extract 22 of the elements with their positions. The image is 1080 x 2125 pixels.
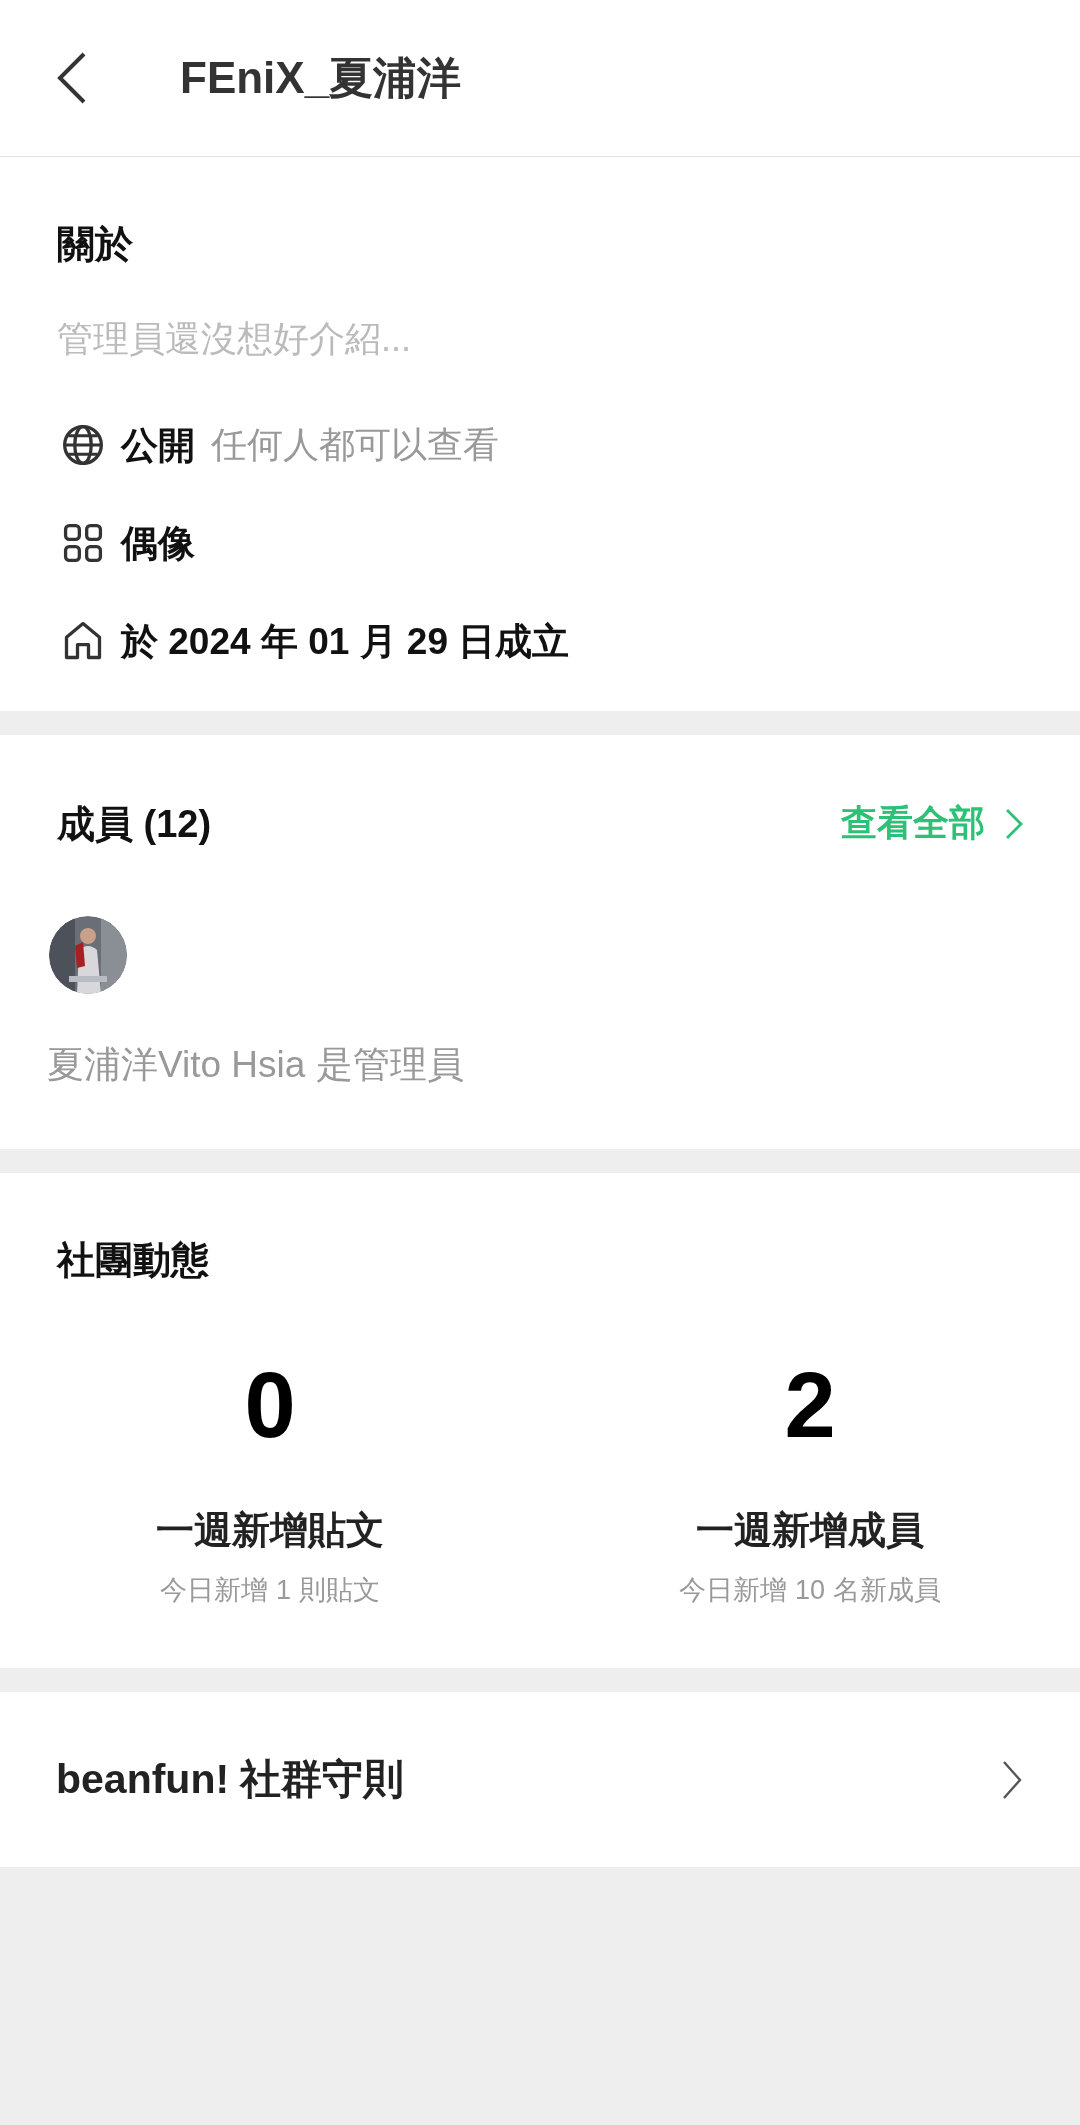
stat-label: 一週新增成員 — [696, 1511, 924, 1549]
globe-icon — [61, 423, 105, 467]
stat-label: 一週新增貼文 — [156, 1511, 384, 1549]
stat-value: 0 — [244, 1359, 296, 1451]
stat-value: 2 — [784, 1359, 836, 1451]
detail-label: 於 2024 年 01 月 29 日成立 — [121, 622, 570, 660]
chevron-icon — [1003, 807, 1023, 840]
stat-subtext: 今日新增 1 則貼文 — [160, 1577, 380, 1604]
detail-label: 偶像 — [121, 524, 195, 562]
admin-note: 夏浦洋Vito Hsia 是管理員 — [47, 1046, 465, 1083]
rules-label: beanfun! 社群守則 — [56, 1755, 405, 1804]
group-description: 管理員還沒想好介紹... — [57, 321, 412, 357]
grid-icon — [61, 521, 105, 565]
chevron-icon — [1000, 1759, 1022, 1800]
detail-note: 任何人都可以查看 — [211, 427, 499, 463]
section-heading: 成員 (12) — [57, 804, 212, 843]
detail-label: 公開 — [121, 426, 195, 464]
page-title: FEniX_夏浦洋 — [180, 51, 462, 104]
section-heading: 社團動態 — [57, 1241, 210, 1279]
stat-subtext: 今日新增 10 名新成員 — [679, 1577, 941, 1604]
section-heading: 關於 — [57, 225, 134, 263]
rules-row[interactable]: beanfun! 社群守則 — [0, 1692, 1080, 1867]
